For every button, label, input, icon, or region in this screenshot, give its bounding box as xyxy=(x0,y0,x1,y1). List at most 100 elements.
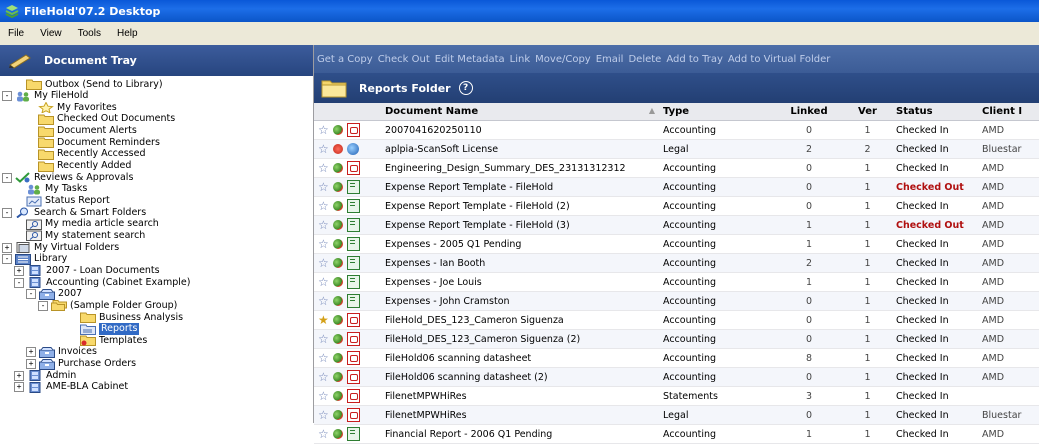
folder-group-icon xyxy=(51,300,70,312)
document-name-cell[interactable]: Expenses - Ian Booth xyxy=(381,253,659,273)
collapse-icon[interactable]: - xyxy=(26,289,36,300)
status-cell: Checked In xyxy=(892,272,978,292)
client-cell: AMD xyxy=(978,196,1039,216)
email-button[interactable]: Email xyxy=(596,54,624,65)
favorite-star-icon[interactable]: ☆ xyxy=(318,199,329,213)
document-name-cell[interactable]: FileHold06 scanning datasheet xyxy=(381,348,659,368)
client-cell: AMD xyxy=(978,424,1039,444)
table-row[interactable]: ☆ FilenetMPWHiRes Statements 3 1 Checked In xyxy=(314,386,1039,406)
favorite-star-icon[interactable]: ☆ xyxy=(318,256,329,270)
delete-button[interactable]: Delete xyxy=(628,54,661,65)
document-name-cell[interactable]: Expense Report Template - FileHold (2) xyxy=(381,196,659,216)
menu-file[interactable]: File xyxy=(0,28,32,39)
table-row[interactable]: ☆ Expense Report Template - FileHold (2) A… xyxy=(314,196,1039,216)
expand-icon[interactable]: + xyxy=(26,347,36,358)
expand-icon[interactable]: + xyxy=(26,359,36,370)
table-row[interactable]: ☆ Expenses - John Cramston Accounting 0 1 Che… xyxy=(314,291,1039,311)
expand-icon[interactable]: + xyxy=(14,370,24,381)
table-row[interactable]: ☆ Financial Report - 2006 Q1 Pending Accou… xyxy=(314,424,1039,444)
favorite-star-icon[interactable]: ☆ xyxy=(318,142,329,156)
table-row[interactable]: ★ FileHold_DES_123_Cameron Siguenza Accoun… xyxy=(314,310,1039,330)
document-name-cell[interactable]: Financial Report - 2006 Q1 Pending xyxy=(381,424,659,444)
column-header-ver[interactable]: Ver xyxy=(843,103,892,121)
table-row[interactable]: ☆ 2007041620250110 Accounting 0 1 Checked In A… xyxy=(314,120,1039,140)
document-name-cell[interactable]: Expense Report Template - FileHold xyxy=(381,177,659,197)
link-button[interactable]: Link xyxy=(510,54,530,65)
table-row[interactable]: ☆ Expenses - Ian Booth Accounting 2 1 Checked… xyxy=(314,253,1039,273)
document-name-cell[interactable]: FileHold_DES_123_Cameron Siguenza xyxy=(381,310,659,330)
column-header-type[interactable]: Type xyxy=(659,103,775,121)
add-to-tray-button[interactable]: Add to Tray xyxy=(666,54,723,65)
document-name-cell[interactable]: 2007041620250110 xyxy=(381,120,659,140)
document-name-cell[interactable]: Expense Report Template - FileHold (3) xyxy=(381,215,659,235)
favorite-star-icon[interactable]: ☆ xyxy=(318,332,329,346)
table-row[interactable]: ☆ Engineering_Design_Summary_DES_23131312… xyxy=(314,158,1039,178)
menu-tools[interactable]: Tools xyxy=(70,28,109,39)
document-name-cell[interactable]: Expenses - 2005 Q1 Pending xyxy=(381,234,659,254)
add-to-virtual-folder-button[interactable]: Add to Virtual Folder xyxy=(728,54,831,65)
table-row[interactable]: ☆ FileHold06 scanning datasheet (2) Accoun… xyxy=(314,367,1039,387)
favorite-star-icon[interactable]: ☆ xyxy=(318,218,329,232)
collapse-icon[interactable]: - xyxy=(2,207,12,218)
folder-icon xyxy=(38,114,57,125)
document-tray-header[interactable]: Document Tray xyxy=(0,45,313,76)
icon-column-header xyxy=(314,103,381,121)
spreadsheet-file-icon xyxy=(346,294,360,308)
table-row[interactable]: ☆ Expenses - 2005 Q1 Pending Accounting 1 1 C… xyxy=(314,234,1039,254)
virtual-folder-icon xyxy=(15,242,34,254)
client-cell: AMD xyxy=(978,348,1039,368)
table-row[interactable]: ☆ aplpia-ScanSoft License Legal 2 2 Checked I… xyxy=(314,139,1039,159)
favorite-star-icon[interactable]: ☆ xyxy=(318,237,329,251)
get-a-copy-button[interactable]: Get a Copy xyxy=(317,54,373,65)
favorite-star-icon[interactable]: ☆ xyxy=(318,389,329,403)
table-row[interactable]: ☆ FileHold06 scanning datasheet Accounting… xyxy=(314,348,1039,368)
favorite-star-icon[interactable]: ☆ xyxy=(318,427,329,441)
document-name-cell[interactable]: FileHold_DES_123_Cameron Siguenza (2) xyxy=(381,329,659,349)
favorite-star-icon[interactable]: ☆ xyxy=(318,351,329,365)
menu-help[interactable]: Help xyxy=(109,28,146,39)
favorite-star-icon[interactable]: ☆ xyxy=(318,370,329,384)
collapse-icon[interactable]: - xyxy=(2,172,12,183)
menu-view[interactable]: View xyxy=(32,28,70,39)
table-row[interactable]: ☆ Expense Report Template - FileHold (3) A… xyxy=(314,215,1039,235)
expand-icon[interactable]: + xyxy=(2,242,12,253)
status-cell: Checked In xyxy=(892,329,978,349)
expand-icon[interactable]: + xyxy=(14,382,24,393)
cabinet-icon xyxy=(27,370,46,382)
status-cell: Checked Out xyxy=(892,177,978,197)
document-name-cell[interactable]: aplpia-ScanSoft License xyxy=(381,139,659,159)
column-header-status[interactable]: Status xyxy=(892,103,978,121)
column-header-client[interactable]: Client I xyxy=(978,103,1039,121)
column-header-document-name[interactable]: Document Name ▲ xyxy=(381,103,659,121)
column-header-linked[interactable]: Linked xyxy=(775,103,843,121)
favorite-star-icon[interactable]: ☆ xyxy=(318,408,329,422)
table-row[interactable]: ☆ FileHold_DES_123_Cameron Siguenza (2) Ac… xyxy=(314,329,1039,349)
favorite-star-icon[interactable]: ☆ xyxy=(318,180,329,194)
document-name-cell[interactable]: FilenetMPWHiRes xyxy=(381,405,659,425)
document-name-cell[interactable]: Expenses - John Cramston xyxy=(381,291,659,311)
tree-item[interactable]: + AME-BLA Cabinet xyxy=(14,381,128,394)
help-icon[interactable]: ? xyxy=(458,81,473,95)
document-name-cell[interactable]: Expenses - Joe Louis xyxy=(381,272,659,292)
expand-icon[interactable]: + xyxy=(14,265,24,276)
collapse-icon[interactable]: - xyxy=(2,91,12,102)
check-out-button[interactable]: Check Out xyxy=(378,54,430,65)
type-cell: Accounting xyxy=(659,367,775,387)
document-name-cell[interactable]: FilenetMPWHiRes xyxy=(381,386,659,406)
table-header-row: Document Name ▲ Type Linked Ver Status Cl… xyxy=(314,103,1039,121)
edit-metadata-button[interactable]: Edit Metadata xyxy=(435,54,505,65)
favorite-star-icon[interactable]: ☆ xyxy=(318,294,329,308)
favorite-star-icon[interactable]: ☆ xyxy=(318,161,329,175)
favorite-star-icon[interactable]: ☆ xyxy=(318,123,329,137)
table-row[interactable]: ☆ Expenses - Joe Louis Accounting 1 1 Checked… xyxy=(314,272,1039,292)
collapse-icon[interactable]: - xyxy=(38,300,48,311)
table-row[interactable]: ☆ Expense Report Template - FileHold Accou… xyxy=(314,177,1039,197)
document-name-cell[interactable]: FileHold06 scanning datasheet (2) xyxy=(381,367,659,387)
favorite-star-filled-icon[interactable]: ★ xyxy=(318,313,329,327)
collapse-icon[interactable]: - xyxy=(14,277,24,288)
move-copy-button[interactable]: Move/Copy xyxy=(535,54,591,65)
document-name-cell[interactable]: Engineering_Design_Summary_DES_231313123… xyxy=(381,158,659,178)
table-row[interactable]: ☆ FilenetMPWHiRes Legal 0 1 Checked In Bluesta… xyxy=(314,405,1039,425)
collapse-icon[interactable]: - xyxy=(2,254,12,265)
favorite-star-icon[interactable]: ☆ xyxy=(318,275,329,289)
